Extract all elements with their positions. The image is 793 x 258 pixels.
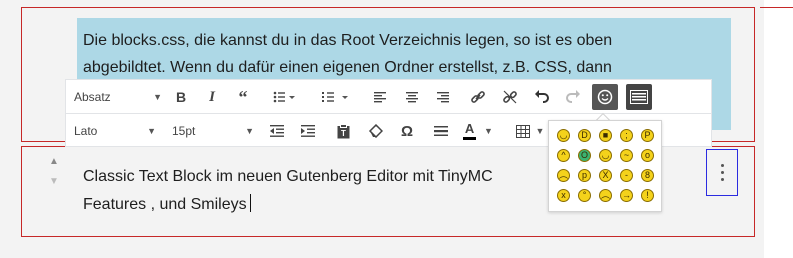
- format-select-value: Absatz: [74, 90, 111, 104]
- paste-text-icon[interactable]: T: [330, 118, 356, 144]
- emoticon-idea-icon[interactable]: !: [641, 189, 654, 202]
- text-color-swatch: [463, 136, 477, 140]
- emoticon-angry-icon[interactable]: X: [599, 169, 612, 182]
- classic-block-content[interactable]: Classic Text Block im neuen Gutenberg Ed…: [83, 163, 493, 219]
- font-size-value: 15pt: [172, 124, 196, 138]
- classic-line-2: Features , und Smileys: [83, 196, 247, 213]
- chevron-down-icon: ▼: [484, 126, 493, 136]
- toolbar-toggle-icon[interactable]: [626, 84, 652, 110]
- toolbar-row-1: Absatz ▼ B I “: [66, 80, 711, 114]
- format-select[interactable]: Absatz ▼: [74, 84, 162, 110]
- emoticon-wink-icon[interactable]: ;: [620, 129, 633, 142]
- emoticon-happy-icon[interactable]: ◡: [599, 149, 612, 162]
- emoticon-cry-icon[interactable]: ︵: [557, 169, 570, 182]
- table-icon[interactable]: ▼: [512, 118, 548, 144]
- emoticon-devil-icon[interactable]: ^: [557, 149, 570, 162]
- emoticons-icon[interactable]: [592, 84, 618, 110]
- align-right-icon[interactable]: [430, 84, 456, 110]
- bullet-list-icon[interactable]: [269, 84, 299, 110]
- editor-right-margin: [764, 0, 793, 258]
- numbered-list-icon[interactable]: [319, 84, 351, 110]
- move-up-icon[interactable]: ▲: [49, 156, 59, 167]
- emoticon-innocent-icon[interactable]: °: [578, 189, 591, 202]
- more-options-icon[interactable]: [721, 164, 724, 185]
- horizontal-line-icon[interactable]: [428, 118, 454, 144]
- clear-formatting-icon[interactable]: [362, 118, 388, 144]
- emoticon-yell-icon[interactable]: O: [578, 149, 591, 162]
- text-cursor: [249, 194, 251, 212]
- font-size-select[interactable]: 15pt ▼: [172, 118, 254, 144]
- font-family-select[interactable]: Lato ▼: [74, 118, 156, 144]
- move-down-icon[interactable]: ▼: [49, 176, 59, 187]
- paragraph-line-1: Die blocks.css, die kannst du in das Roo…: [83, 32, 613, 49]
- emoticon-tongue-out-icon[interactable]: p: [578, 169, 591, 182]
- special-character-icon[interactable]: Ω: [394, 118, 420, 144]
- emoticon-undecided-icon[interactable]: ~: [620, 149, 633, 162]
- classic-line-1: Classic Text Block im neuen Gutenberg Ed…: [83, 168, 493, 185]
- text-color-icon[interactable]: A ▼: [459, 118, 497, 144]
- emoticon-surprised-icon[interactable]: o: [641, 149, 654, 162]
- divider-line: [760, 7, 793, 8]
- emoticon-tongue-icon[interactable]: P: [641, 129, 654, 142]
- undo-icon[interactable]: [529, 84, 555, 110]
- bold-icon[interactable]: B: [168, 84, 194, 110]
- emoticon-sealed-icon[interactable]: x: [557, 189, 570, 202]
- unlink-icon[interactable]: [497, 84, 523, 110]
- emoticon-nerd-icon[interactable]: 8: [641, 169, 654, 182]
- outdent-icon[interactable]: [264, 118, 290, 144]
- emoticon-laugh-icon[interactable]: D: [578, 129, 591, 142]
- emoticon-arrow-icon[interactable]: →: [620, 189, 633, 202]
- emoticon-frown-icon[interactable]: ︵: [599, 189, 612, 202]
- emoticon-smile-icon[interactable]: ◡: [557, 129, 570, 142]
- chevron-down-icon: ▼: [245, 126, 254, 136]
- paragraph-line-2: abgebildtet. Wenn du dafür einen eigenen…: [83, 59, 612, 76]
- font-family-value: Lato: [74, 124, 98, 138]
- link-icon[interactable]: [465, 84, 491, 110]
- redo-icon[interactable]: [560, 84, 586, 110]
- emoticon-embarrassed-icon[interactable]: -: [620, 169, 633, 182]
- chevron-down-icon: ▼: [147, 126, 156, 136]
- chevron-down-icon: ▼: [535, 126, 545, 136]
- svg-text:T: T: [341, 129, 346, 138]
- blockquote-icon[interactable]: “: [230, 84, 256, 110]
- text-color-letter: A: [464, 120, 475, 136]
- chevron-down-icon: ▼: [153, 92, 162, 102]
- paragraph-block[interactable]: Die blocks.css, die kannst du in das Roo…: [83, 27, 723, 81]
- italic-icon[interactable]: I: [199, 84, 225, 110]
- emoticon-cool-icon[interactable]: ■: [599, 129, 612, 142]
- emoticons-popup: ◡ D ■; P ^ O ◡ ~ o ︵ p X -8 x ° ︵ →!: [548, 120, 662, 212]
- align-center-icon[interactable]: [399, 84, 425, 110]
- indent-icon[interactable]: [295, 118, 321, 144]
- align-left-icon[interactable]: [367, 84, 393, 110]
